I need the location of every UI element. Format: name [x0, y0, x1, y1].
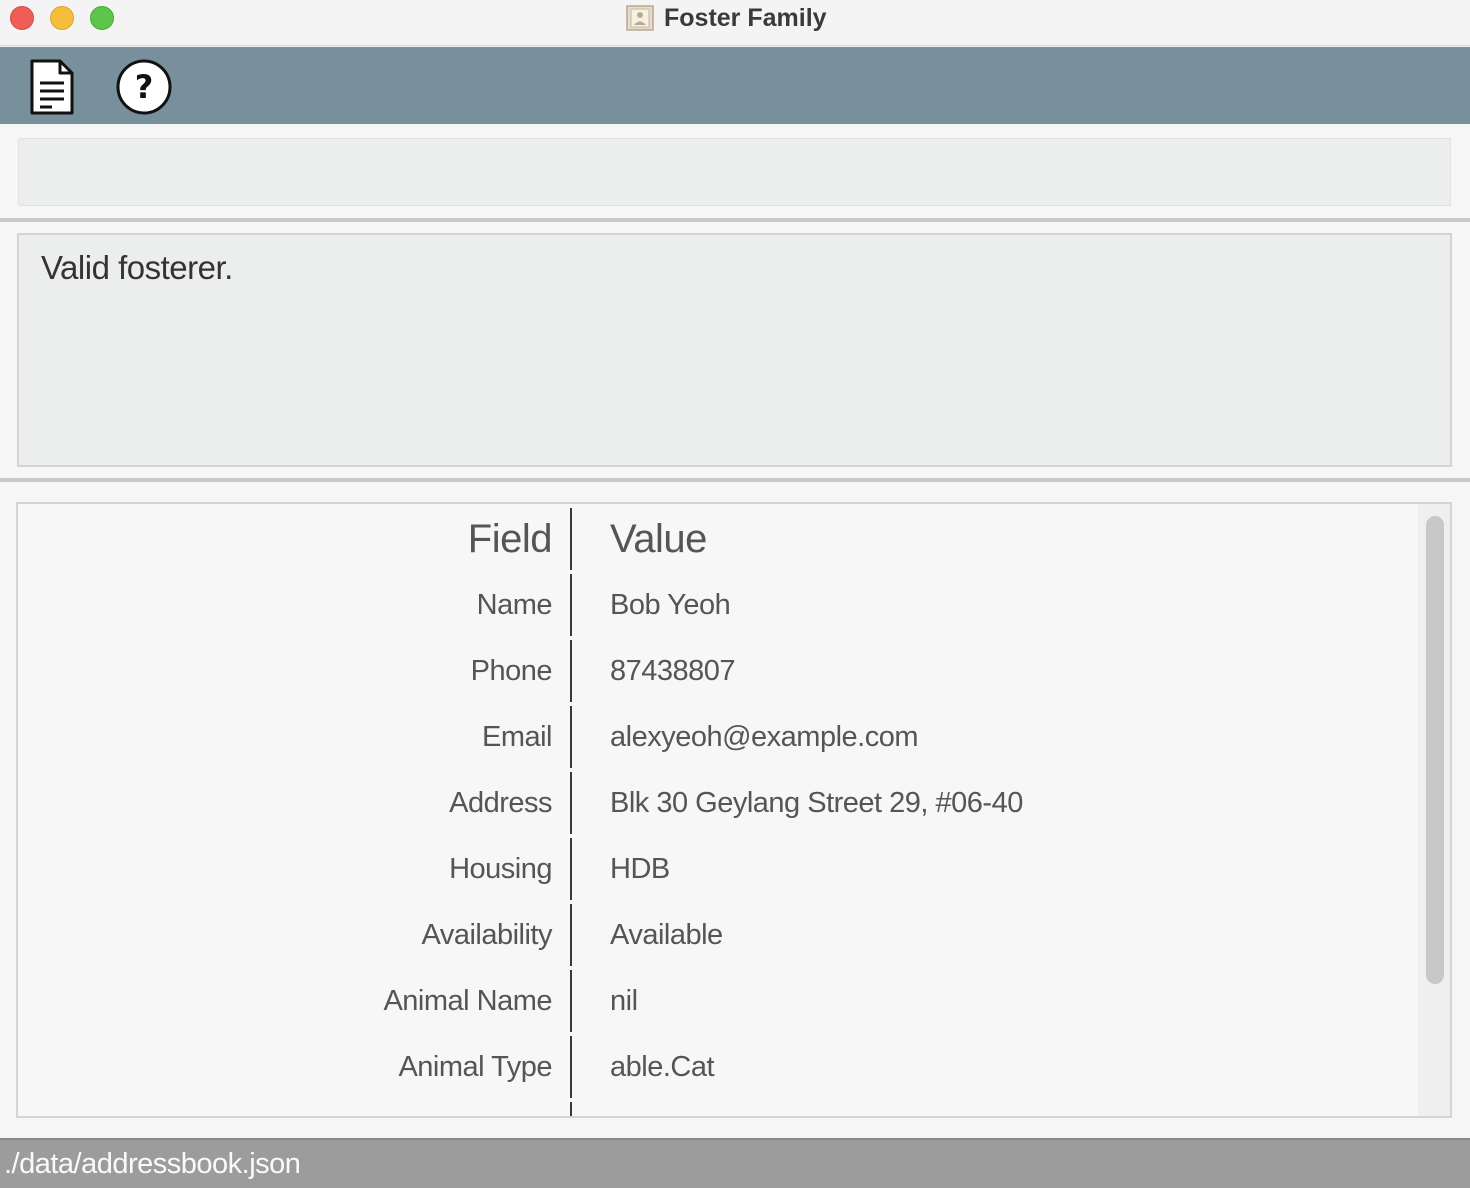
table-row[interactable]: Email alexyeoh@example.com: [18, 704, 1418, 770]
table-row[interactable]: Animal Type able.Cat: [18, 1034, 1418, 1100]
table-row[interactable]: Housing HDB: [18, 836, 1418, 902]
result-message: Valid fosterer.: [41, 249, 233, 286]
field-value: Blk 30 Geylang Street 29, #06-40: [610, 787, 1023, 819]
table-row[interactable]: Address Blk 30 Geylang Street 29, #06-40: [18, 770, 1418, 836]
fosterer-detail-section: Field Value Name Bob Yeoh Phone 87438807…: [0, 482, 1470, 1138]
title-group: Foster Family: [626, 3, 827, 33]
field-label: Availability: [421, 919, 553, 951]
column-divider: [570, 904, 572, 966]
field-label: Address: [449, 787, 552, 819]
column-divider: [570, 1102, 572, 1116]
column-divider: [570, 640, 572, 702]
field-label: Phone: [470, 655, 553, 687]
table-row[interactable]: Name Bob Yeoh: [18, 572, 1418, 638]
document-proxy-icon: [626, 5, 654, 31]
result-display-section: Valid fosterer.: [0, 222, 1470, 478]
table-row[interactable]: Phone 87438807: [18, 638, 1418, 704]
header-value: Value: [610, 517, 707, 561]
minimize-window-button[interactable]: [50, 6, 74, 30]
maximize-window-button[interactable]: [90, 6, 114, 30]
file-icon: [30, 59, 74, 115]
close-window-button[interactable]: [10, 6, 34, 30]
table-row[interactable]: now: [18, 1100, 1418, 1116]
header-field: Field: [467, 517, 553, 561]
title-bar: Foster Family: [0, 0, 1470, 46]
help-menu-button[interactable]: ?: [114, 57, 174, 117]
command-box-section: [0, 124, 1470, 218]
field-label: Animal Type: [398, 1051, 552, 1083]
svg-text:?: ?: [135, 68, 154, 106]
save-file-path: ./data/addressbook.json: [4, 1148, 301, 1180]
field-value: now: [610, 1100, 1410, 1116]
window-title: Foster Family: [664, 3, 827, 32]
table-row[interactable]: Animal Name nil: [18, 968, 1418, 1034]
field-value: able.Cat: [610, 1051, 715, 1083]
field-label: [18, 1100, 552, 1116]
column-divider: [570, 574, 572, 636]
field-label: Animal Name: [383, 985, 552, 1017]
field-label: Housing: [449, 853, 552, 885]
field-value: Available: [610, 919, 723, 951]
column-divider: [570, 508, 572, 570]
field-label: Email: [481, 721, 553, 753]
vertical-scrollbar[interactable]: [1418, 504, 1450, 1116]
column-divider: [570, 706, 572, 768]
field-value: 87438807: [610, 655, 736, 687]
table-row[interactable]: Availability Available: [18, 902, 1418, 968]
field-value: Bob Yeoh: [610, 589, 731, 621]
column-divider: [570, 772, 572, 834]
result-display[interactable]: Valid fosterer.: [17, 233, 1452, 467]
help-icon: ?: [116, 59, 172, 115]
field-value: HDB: [610, 853, 670, 885]
table-header-row: Field Value: [18, 506, 1418, 572]
column-divider: [570, 970, 572, 1032]
toolbar: ?: [0, 47, 1470, 124]
column-divider: [570, 1036, 572, 1098]
column-divider: [570, 838, 572, 900]
command-input[interactable]: [18, 138, 1451, 206]
status-bar: ./data/addressbook.json: [0, 1138, 1470, 1188]
field-label: Name: [476, 589, 553, 621]
fosterer-detail-table[interactable]: Field Value Name Bob Yeoh Phone 87438807…: [16, 502, 1452, 1118]
field-value: alexyeoh@example.com: [610, 721, 918, 753]
file-menu-button[interactable]: [22, 57, 82, 117]
scrollbar-thumb[interactable]: [1426, 516, 1444, 984]
field-value: nil: [610, 985, 638, 1017]
